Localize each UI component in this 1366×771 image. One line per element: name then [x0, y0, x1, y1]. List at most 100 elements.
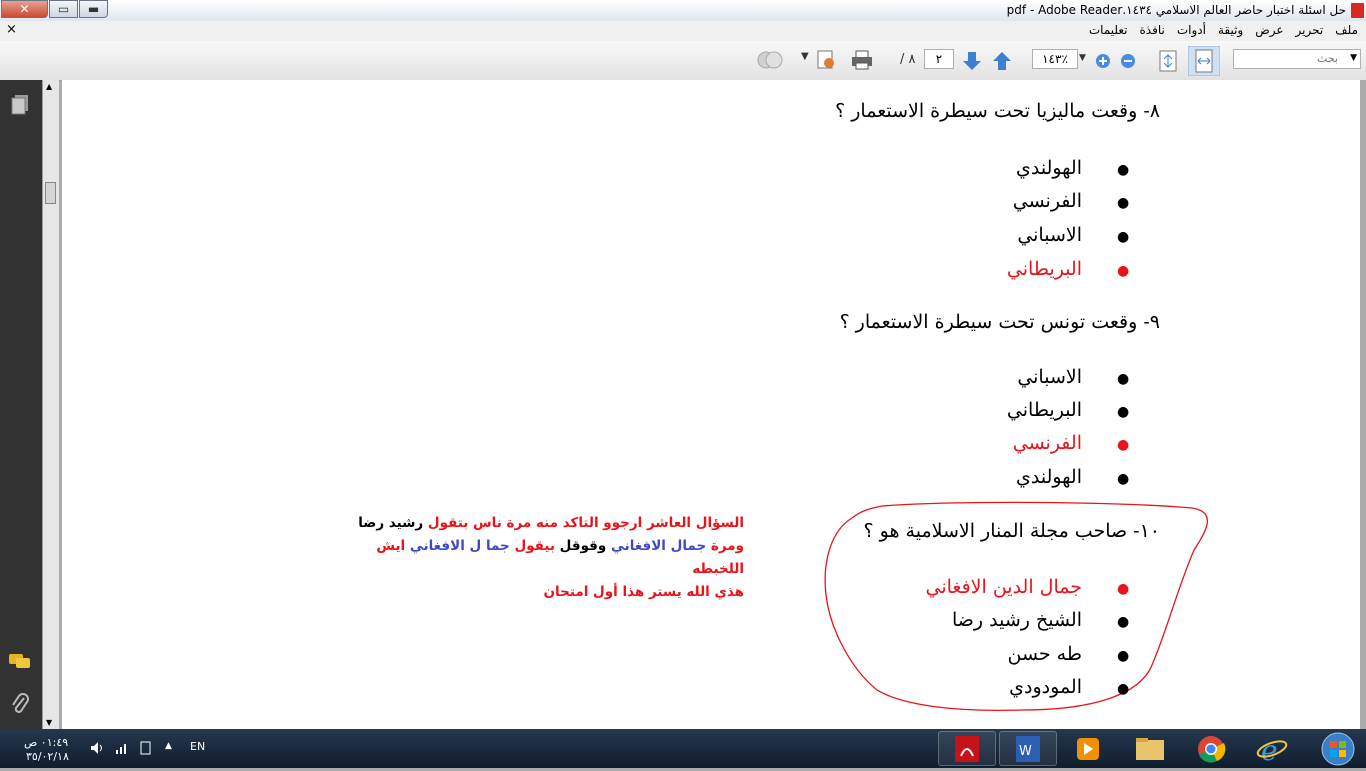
q10-option-4: المودودي: [1009, 676, 1082, 698]
zoom-in-icon[interactable]: [1094, 52, 1112, 70]
q9-option-1: الاسباني: [1017, 366, 1082, 388]
word-icon[interactable]: W: [999, 731, 1057, 766]
media-player-icon[interactable]: [1060, 731, 1118, 766]
search-dropdown-icon[interactable]: ▼: [1350, 53, 1357, 63]
print-icon[interactable]: [850, 49, 874, 71]
menu-bar: × ملف تحرير عرض وثيقة أدوات نافذة تعليما…: [0, 21, 1366, 41]
question-10: ١٠- صاحب مجلة المنار الاسلامية هو ؟: [863, 520, 1160, 542]
network-icon[interactable]: [115, 741, 129, 755]
q9-option-4: الهولندي: [1015, 466, 1082, 488]
dropdown-icon[interactable]: ▼: [801, 51, 809, 62]
navigation-panel: [0, 80, 42, 729]
q9-bullet-4: ●: [1117, 471, 1130, 487]
zoom-out-icon[interactable]: [1119, 52, 1137, 70]
title-bar: ✕ ▭ ▬ حل اسئلة اختبار حاضر العالم الاسلا…: [0, 0, 1366, 21]
taskbar: ٠١:٤٩ ص ٣٥/٠٢/١٨ ▲ EN W e: [0, 729, 1366, 768]
q10-option-3: طه حسن: [1007, 643, 1082, 665]
q9-bullet-2: ●: [1117, 404, 1130, 420]
note-text: ومرة: [706, 538, 744, 554]
q9-bullet-1: ●: [1117, 371, 1130, 387]
volume-icon[interactable]: [90, 741, 104, 755]
note-text: وقوقل: [554, 538, 611, 554]
q9-option-3: الفرنسي: [1012, 432, 1082, 454]
share-icon[interactable]: [815, 49, 837, 71]
menu-help[interactable]: تعليمات: [1089, 23, 1128, 37]
page-border: [1360, 80, 1366, 729]
zoom-field[interactable]: ١٤٣٪: [1032, 49, 1078, 69]
question-8: ٨- وقعت ماليزيا تحت سيطرة الاستعمار ؟: [835, 100, 1160, 122]
note-line-2: ومرة جمال الافغاني وقوقل بيقول جما ل الا…: [322, 535, 744, 581]
attachments-icon[interactable]: [10, 692, 30, 716]
toolbar: ▼ / ٨ ٢ ١٤٣٪ ▼ ▼: [0, 41, 1366, 81]
fit-width-icon[interactable]: [1188, 46, 1220, 76]
search-input[interactable]: [1238, 51, 1338, 67]
q10-bullet-2: ●: [1117, 614, 1130, 630]
menu-tools[interactable]: أدوات: [1177, 23, 1206, 37]
scroll-up-icon[interactable]: ▲: [46, 82, 52, 91]
q8-option-4: البريطاني: [1006, 258, 1082, 280]
close-document-icon[interactable]: ×: [6, 22, 17, 37]
svg-text:e: e: [1261, 734, 1278, 765]
q8-option-2: الفرنسي: [1012, 190, 1082, 212]
page-down-icon[interactable]: [960, 50, 984, 72]
ie-icon[interactable]: e: [1243, 731, 1301, 767]
menu-items: ملف تحرير عرض وثيقة أدوات نافذة تعليمات: [1089, 23, 1358, 37]
q8-bullet-3: ●: [1117, 229, 1130, 245]
page-total: / ٨: [900, 52, 916, 67]
chrome-icon[interactable]: [1182, 731, 1240, 766]
zoom-dropdown-icon[interactable]: ▼: [1079, 53, 1086, 63]
window-title: حل اسئلة اختبار حاضر العالم الاسلامي ١٤٣…: [1006, 3, 1346, 17]
clock-time[interactable]: ٠١:٤٩ ص: [24, 736, 68, 749]
page-number-field[interactable]: ٢: [924, 49, 954, 69]
close-button[interactable]: ✕: [1, 0, 48, 18]
menu-window[interactable]: نافذة: [1140, 23, 1165, 37]
q8-option-3: الاسباني: [1017, 224, 1082, 246]
menu-view[interactable]: عرض: [1255, 23, 1283, 37]
scroll-down-icon[interactable]: ▼: [46, 718, 52, 727]
note-comment: السؤال العاشر ارجوو التاكد منه مرة ناس ب…: [322, 512, 744, 604]
note-text: رشيد رضا: [358, 515, 424, 531]
note-text: بيقول: [509, 538, 555, 554]
menu-edit[interactable]: تحرير: [1296, 23, 1324, 37]
note-line-1: السؤال العاشر ارجوو التاكد منه مرة ناس ب…: [322, 512, 744, 535]
note-text: جما ل الافغاني: [409, 538, 510, 554]
scrollbar-thumb[interactable]: [45, 182, 56, 204]
flag-icon[interactable]: [140, 741, 152, 755]
adobe-reader-icon[interactable]: [938, 731, 996, 766]
note-text: هذي الله يستر هذا أول امتحان: [543, 584, 744, 600]
q8-bullet-2: ●: [1117, 195, 1130, 211]
fit-page-icon[interactable]: [1157, 49, 1179, 73]
vertical-scrollbar[interactable]: ▲ ▼: [42, 80, 59, 729]
maximize-button[interactable]: ▭: [49, 0, 78, 18]
q10-bullet-4: ●: [1117, 681, 1130, 697]
minimize-button[interactable]: ▬: [79, 0, 108, 18]
q8-option-1: الهولندي: [1015, 157, 1082, 179]
search-box[interactable]: ▼: [1233, 49, 1361, 69]
svg-text:W: W: [1019, 744, 1032, 759]
explorer-icon[interactable]: [1121, 731, 1179, 766]
q10-bullet-1: ●: [1117, 581, 1130, 597]
start-orb-icon[interactable]: [1318, 731, 1358, 767]
comments-icon[interactable]: [8, 652, 32, 672]
q10-bullet-3: ●: [1117, 648, 1130, 664]
show-hidden-icons[interactable]: ▲: [165, 741, 172, 751]
collaborate-icon[interactable]: [756, 49, 784, 71]
menu-file[interactable]: ملف: [1335, 23, 1358, 37]
note-text: السؤال العاشر ارجوو التاكد منه مرة ناس ب…: [423, 515, 744, 531]
menu-document[interactable]: وثيقة: [1218, 23, 1243, 37]
q10-option-1: جمال الدين الافغاني: [925, 576, 1082, 598]
note-text: جمال الافغاني: [610, 538, 707, 554]
q8-bullet-4: ●: [1117, 263, 1130, 279]
q9-bullet-3: ●: [1117, 437, 1130, 453]
page-up-icon[interactable]: [990, 50, 1014, 72]
q10-option-2: الشيخ رشيد رضا: [952, 609, 1082, 631]
q8-bullet-1: ●: [1117, 162, 1130, 178]
q9-option-2: البريطاني: [1006, 399, 1082, 421]
pdf-icon: [1351, 3, 1364, 18]
clock-date[interactable]: ٣٥/٠٢/١٨: [26, 750, 69, 763]
language-indicator[interactable]: EN: [190, 740, 205, 753]
question-9: ٩- وقعت تونس تحت سيطرة الاستعمار ؟: [839, 311, 1160, 333]
pages-icon[interactable]: [10, 94, 30, 116]
document-page: ٨- وقعت ماليزيا تحت سيطرة الاستعمار ؟ ال…: [62, 80, 1360, 729]
note-line-3: هذي الله يستر هذا أول امتحان: [322, 581, 744, 604]
